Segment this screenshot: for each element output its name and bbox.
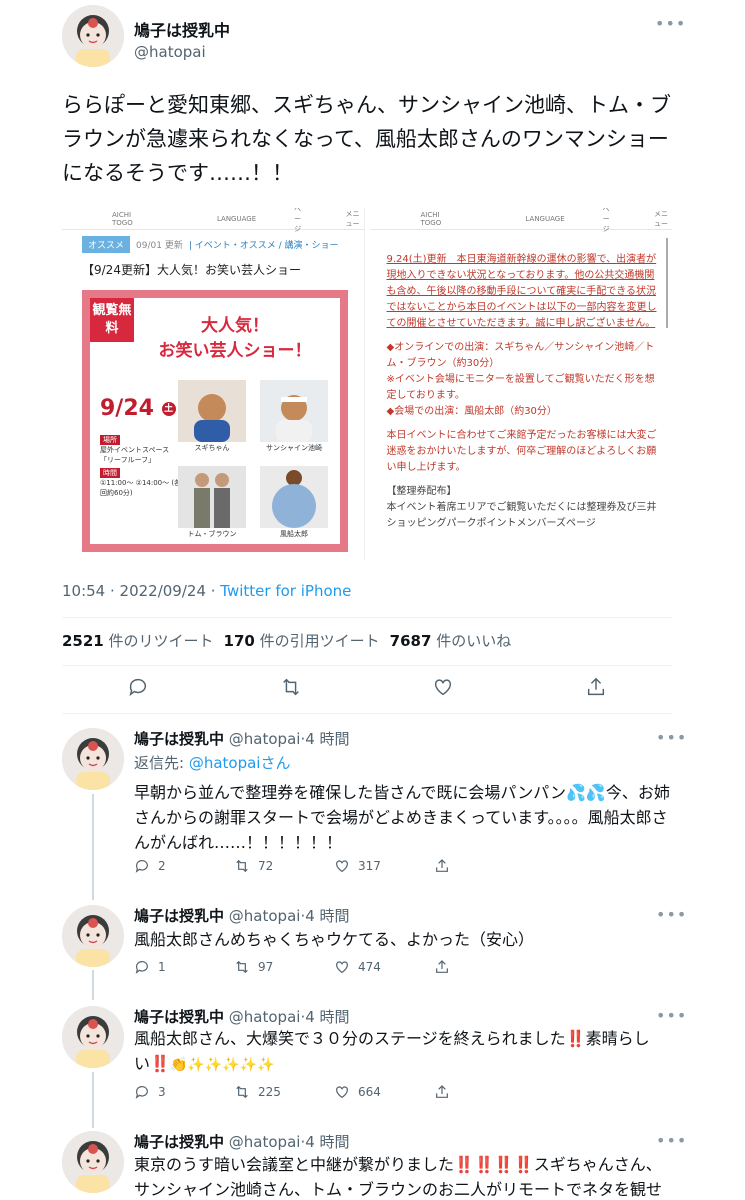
reply-tweet[interactable]: 鳩子は授乳中 @hatopai·4 時間 ••• 風船太郎さん、大爆笑で３０分の… [62, 1006, 686, 1116]
reply-actions: 3 225 664 [134, 1084, 534, 1100]
reply-header: 鳩子は授乳中 @hatopai·4 時間 [134, 730, 350, 748]
reply-to: 返信先: @hatopaiさん [134, 754, 291, 772]
retweet-icon [236, 859, 248, 873]
scrollbar [666, 238, 668, 328]
tweet-actions [62, 676, 672, 698]
share-button[interactable] [434, 1084, 534, 1100]
avatar[interactable] [62, 1006, 124, 1068]
tweet-stats: 2521 件のリツイート 170 件の引用ツイート 7687 件のいいね [62, 630, 511, 651]
event-notice: 9.24(土)更新 本日東海道新幹線の運休の影響で、出演者が現地入りできない状況… [386, 254, 657, 529]
performer-card: サンシャイン池崎 [260, 380, 328, 453]
share-icon [436, 859, 448, 872]
tweet-source[interactable]: Twitter for iPhone [220, 582, 351, 600]
tweet-text: ららぽーと愛知東郷、スギちゃん、サンシャイン池崎、トム・ブラウンが急遽来られなく… [62, 93, 671, 185]
more-icon[interactable]: ••• [656, 1131, 687, 1150]
reply-actions: 2 72 317 [134, 858, 534, 874]
retweet-icon[interactable] [280, 676, 302, 698]
reply-text: 風船太郎さんめちゃくちゃウケてる、よかった（安心） [134, 930, 535, 949]
reply-button[interactable]: 2 [134, 858, 234, 874]
media-image-right[interactable]: AICHI TOGO LANGUAGE ページ メニュー 9.24(土)更新 本… [370, 208, 672, 560]
share-icon [436, 1085, 448, 1098]
retweet-count[interactable]: 2521 件のリツイート [62, 630, 214, 651]
performer-card: スギちゃん [178, 380, 246, 453]
tweet-timestamp: 10:54 · 2022/09/24 · Twitter for iPhone [62, 582, 352, 600]
more-icon[interactable]: ••• [656, 1006, 687, 1025]
site-header: AICHI TOGO LANGUAGE ページ メニュー [370, 208, 672, 233]
like-icon [336, 1086, 348, 1099]
performer-card: 風船太郎 [260, 466, 328, 539]
reply-icon [135, 860, 148, 873]
more-icon[interactable]: ••• [655, 14, 686, 33]
like-icon[interactable] [432, 676, 454, 698]
avatar[interactable] [62, 905, 124, 967]
author-handle[interactable]: @hatopai [134, 43, 230, 61]
more-icon[interactable]: ••• [656, 905, 687, 924]
retweet-button[interactable]: 225 [234, 1084, 334, 1100]
share-icon [436, 960, 448, 973]
retweet-icon [236, 1085, 248, 1099]
reply-header: 鳩子は授乳中 @hatopai·4 時間 [134, 1008, 350, 1026]
retweet-icon [236, 960, 248, 974]
like-button[interactable]: 317 [334, 858, 434, 874]
author-name[interactable]: 鳩子は授乳中 [134, 17, 230, 41]
media-image-left[interactable]: AICHI TOGO LANGUAGE ページ メニュー オススメ 09/01 … [62, 208, 365, 560]
quote-count[interactable]: 170 件の引用ツイート [224, 630, 380, 651]
reply-actions: 1 97 474 [134, 959, 534, 975]
avatar[interactable] [62, 5, 124, 67]
reply-text: 風船太郎さん、大爆笑で３０分のステージを終えられました‼️素晴らしい‼️👏✨✨✨… [134, 1029, 650, 1073]
like-icon [336, 961, 348, 974]
free-badge: 観覧無料 [90, 298, 134, 342]
reply-tweet[interactable]: 鳩子は授乳中 @hatopai·4 時間 ••• 風船太郎さんめちゃくちゃウケて… [62, 905, 686, 985]
reply-button[interactable]: 1 [134, 959, 234, 975]
reply-text: 東京のうす暗い会議室と中継が繋がりました‼️‼️‼️‼️スギちゃんさん、サンシャ… [134, 1155, 663, 1199]
event-flyer: 観覧無料 大人気！ お笑い芸人ショー！ 9/24 土 場所 屋外イベントスペース… [82, 290, 348, 552]
share-button[interactable] [434, 858, 534, 874]
divider [62, 617, 672, 618]
flyer-date: 9/24 土 [100, 396, 176, 421]
reply-icon [135, 961, 148, 974]
flyer-title: 大人気！ お笑い芸人ショー！ [158, 316, 312, 361]
avatar[interactable] [62, 1131, 124, 1193]
reply-icon [135, 1086, 148, 1099]
divider [62, 665, 672, 666]
reply-icon[interactable] [127, 676, 149, 698]
reply-tweet[interactable]: 鳩子は授乳中 @hatopai·4 時間 ••• 東京のうす暗い会議室と中継が繋… [62, 1131, 686, 1200]
tweet-media[interactable]: AICHI TOGO LANGUAGE ページ メニュー オススメ 09/01 … [62, 208, 672, 560]
reply-text: 早朝から並んで整理券を確保した皆さんで既に会場パンパン💦💦今、お姉さんからの謝罪… [134, 783, 670, 852]
reply-header: 鳩子は授乳中 @hatopai·4 時間 [134, 1133, 350, 1151]
site-header: AICHI TOGO LANGUAGE ページ メニュー [62, 208, 364, 233]
like-button[interactable]: 664 [334, 1084, 434, 1100]
avatar[interactable] [62, 728, 124, 790]
article-headline: 【9/24更新】大人気！お笑い芸人ショー [82, 263, 301, 277]
tweet-header: 鳩子は授乳中 @hatopai [62, 5, 682, 67]
like-count[interactable]: 7687 件のいいね [390, 630, 512, 651]
like-button[interactable]: 474 [334, 959, 434, 975]
reply-button[interactable]: 3 [134, 1084, 234, 1100]
retweet-button[interactable]: 72 [234, 858, 334, 874]
reply-tweet[interactable]: 鳩子は授乳中 @hatopai·4 時間 ••• 返信先: @hatopaiさん… [62, 728, 686, 888]
more-icon[interactable]: ••• [656, 728, 687, 747]
like-icon [336, 860, 348, 873]
retweet-button[interactable]: 97 [234, 959, 334, 975]
article-meta: オススメ 09/01 更新 | イベント・オススメ / 講演・ショー [82, 236, 364, 253]
share-button[interactable] [434, 959, 534, 975]
flyer-info: 場所 屋外イベントスペース「リーフルーフ」 時間 ①11:00〜 ②14:00〜… [100, 435, 182, 497]
share-icon[interactable] [585, 676, 607, 698]
reply-header: 鳩子は授乳中 @hatopai·4 時間 [134, 907, 350, 925]
divider [62, 713, 672, 714]
performer-card: トム・ブラウン [178, 466, 246, 539]
